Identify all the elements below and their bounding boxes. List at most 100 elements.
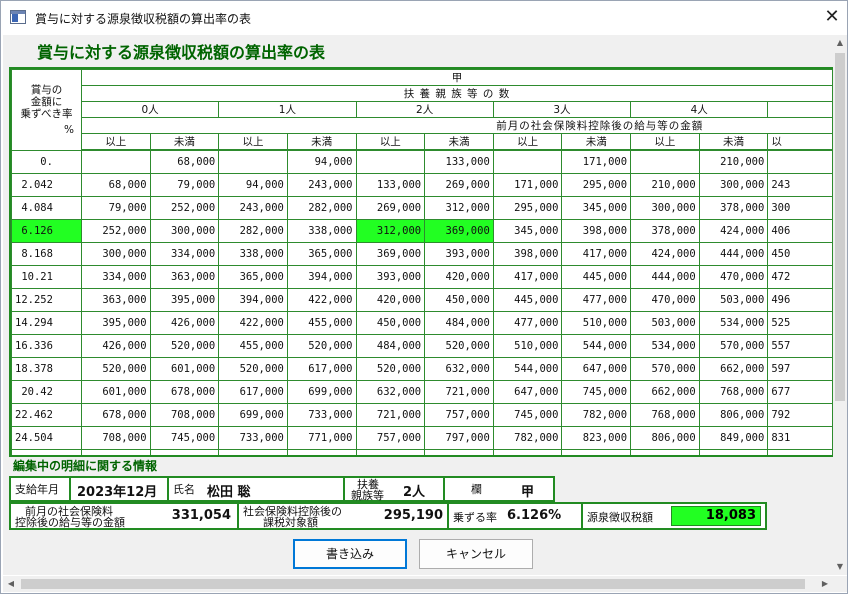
ijo-header-3: 以上 bbox=[492, 133, 563, 151]
amount-cell: 597 bbox=[767, 356, 833, 381]
amount-cell: 378,000 bbox=[630, 218, 700, 243]
ijo-header-1: 以上 bbox=[218, 133, 288, 151]
amount-cell: 496 bbox=[767, 287, 833, 312]
horizontal-scroll-thumb[interactable] bbox=[21, 579, 805, 589]
vertical-scrollbar[interactable]: ▲ ▼ bbox=[833, 35, 847, 575]
amount-cell: 312,000 bbox=[355, 218, 426, 243]
table-row[interactable]: 2.042 68,000 79,000 94,000 243,000 133,000 269… bbox=[11, 172, 833, 197]
rate-cell: 24.504 bbox=[11, 425, 82, 450]
table-row[interactable]: 8.168 300,000 334,000 338,000 365,000 369,000… bbox=[11, 241, 833, 266]
miman-header-2: 未満 bbox=[424, 133, 494, 151]
amount-cell: 708,000 bbox=[149, 402, 220, 427]
amount-cell: 477,000 bbox=[561, 287, 632, 312]
group-header-1: 1人 bbox=[218, 101, 357, 118]
title-bar: 賞与に対する源泉徴収税額の算出率の表 ✕ bbox=[1, 1, 847, 34]
amount-cell: 520,000 bbox=[149, 333, 220, 358]
kou-header: 甲 bbox=[80, 69, 833, 86]
amount-cell: 823,000 bbox=[561, 425, 632, 450]
table-row[interactable]: 20.42 601,000 678,000 617,000 699,000 632,000… bbox=[11, 379, 833, 404]
table-row[interactable]: 12.252 363,000 395,000 394,000 422,000 420,00… bbox=[11, 287, 833, 312]
amount-cell: 745,000 bbox=[149, 425, 220, 450]
horizontal-scrollbar[interactable]: ◀ ▶ bbox=[3, 576, 833, 592]
amount-cell: 647,000 bbox=[561, 356, 632, 381]
amount-cell bbox=[218, 149, 288, 174]
amount-cell: 282,000 bbox=[286, 195, 357, 220]
amount-cell: 252,000 bbox=[80, 218, 151, 243]
write-button[interactable]: 書き込み bbox=[293, 539, 407, 569]
scroll-right-icon[interactable]: ▶ bbox=[817, 576, 833, 592]
tax-label-cell: 源泉徴収税額 bbox=[583, 504, 669, 528]
scroll-corner bbox=[833, 576, 847, 592]
app-icon bbox=[10, 10, 26, 24]
kyuyo-label-2: 控除後の給与等の金額 bbox=[15, 516, 125, 529]
table-row[interactable]: 6.126 252,000 300,000 282,000 338,000 312,000… bbox=[11, 218, 833, 243]
amount-cell: 617,000 bbox=[286, 356, 357, 381]
amount-cell: 477,000 bbox=[492, 310, 563, 335]
amount-cell: 470,000 bbox=[630, 287, 700, 312]
amount-cell: 68,000 bbox=[149, 149, 220, 174]
fuyo-label-2: 親族等 bbox=[351, 489, 384, 502]
amount-cell: 210,000 bbox=[698, 149, 769, 174]
table-row[interactable]: 24.504 708,000 745,000 733,000 771,000 757,00… bbox=[11, 425, 833, 450]
amount-cell: 444,000 bbox=[630, 264, 700, 289]
amount-cell: 363,000 bbox=[80, 287, 151, 312]
table-row[interactable]: 16.336 426,000 520,000 455,000 520,000 484,00… bbox=[11, 333, 833, 358]
amount-cell: 557 bbox=[767, 333, 833, 358]
table-row[interactable]: 10.21 334,000 363,000 365,000 394,000 393,000… bbox=[11, 264, 833, 289]
rate-label: 乗ずる率 bbox=[453, 511, 497, 524]
table-row[interactable]: 22.462 678,000 708,000 699,000 733,000 721,00… bbox=[11, 402, 833, 427]
amount-cell: 678,000 bbox=[149, 379, 220, 404]
amount-cell: 334,000 bbox=[149, 241, 220, 266]
vertical-scroll-thumb[interactable] bbox=[835, 53, 845, 401]
table-row[interactable]: 4.084 79,000 252,000 243,000 282,000 269,000 3… bbox=[11, 195, 833, 220]
group-header-2: 2人 bbox=[355, 101, 494, 118]
table-row[interactable]: 18.378 520,000 601,000 520,000 617,000 520,00… bbox=[11, 356, 833, 381]
amount-cell: 417,000 bbox=[561, 241, 632, 266]
amount-cell: 269,000 bbox=[355, 195, 426, 220]
amount-cell: 269,000 bbox=[424, 172, 494, 197]
amount-cell: 338,000 bbox=[286, 218, 357, 243]
name-label-cell: 氏名 bbox=[169, 478, 203, 500]
info-heading: 編集中の明細に関する情報 bbox=[13, 459, 158, 473]
scroll-left-icon[interactable]: ◀ bbox=[3, 576, 19, 592]
amount-cell: 345,000 bbox=[561, 195, 632, 220]
rate-table-container[interactable]: 賞与の 金額に 乗ずべき率% 甲扶 養 親 族 等 の 数 0人 1人 2人 3人 4人 前月の社… bbox=[9, 67, 833, 457]
amount-cell: 745,000 bbox=[492, 402, 563, 427]
info-row-1: 支給年月 2023年12月 氏名 松田 聡 扶養 親族等 2人 欄 甲 bbox=[9, 476, 555, 502]
name-value: 松田 聡 bbox=[207, 485, 251, 500]
ijo-header-2: 以上 bbox=[355, 133, 426, 151]
amount-cell: 300,000 bbox=[80, 241, 151, 266]
amount-cell: 601,000 bbox=[80, 379, 151, 404]
amount-cell: 393,000 bbox=[424, 241, 494, 266]
amount-cell: 510,000 bbox=[492, 333, 563, 358]
scroll-up-icon[interactable]: ▲ bbox=[833, 35, 847, 51]
amount-cell: 708,000 bbox=[80, 425, 151, 450]
close-icon[interactable]: ✕ bbox=[819, 5, 845, 29]
fuyo-value-cell: 2人 bbox=[397, 478, 445, 500]
amount-cell: 300,000 bbox=[698, 172, 769, 197]
amount-cell: 831 bbox=[767, 425, 833, 450]
kazei-value-cell: 295,190 bbox=[353, 504, 449, 528]
group-header-0: 0人 bbox=[80, 101, 220, 118]
table-row[interactable]: 26.546745,000788,000771,000814,000797,00… bbox=[11, 448, 833, 455]
amount-cell: 757,000 bbox=[424, 402, 494, 427]
table-row[interactable]: 14.294 395,000 426,000 422,000 455,000 450,00… bbox=[11, 310, 833, 335]
kazei-label-cell: 社会保険料控除後の 課税対象額 bbox=[239, 504, 353, 528]
scroll-down-icon[interactable]: ▼ bbox=[833, 559, 847, 575]
amount-cell: 534,000 bbox=[698, 310, 769, 335]
cancel-button[interactable]: キャンセル bbox=[419, 539, 533, 569]
rate-cell: 10.21 bbox=[11, 264, 82, 289]
percent-label: % bbox=[63, 123, 74, 136]
amount-cell: 470,000 bbox=[698, 264, 769, 289]
amount-cell bbox=[630, 149, 700, 174]
rate-cell: 20.42 bbox=[11, 379, 82, 404]
amount-cell: 768,000 bbox=[630, 402, 700, 427]
amount-cell: 398,000 bbox=[492, 241, 563, 266]
miman-header-3: 未満 bbox=[561, 133, 632, 151]
amount-cell: 544,000 bbox=[561, 333, 632, 358]
table-row[interactable]: 0. 68,000 94,000 133,000 171,000 210,000 bbox=[11, 149, 833, 174]
amount-cell: 300 bbox=[767, 195, 833, 220]
info-row-2: 前月の社会保険料 控除後の給与等の金額 331,054 社会保険料控除後の 課税… bbox=[9, 502, 767, 530]
tax-value-box: 18,083 bbox=[671, 506, 761, 526]
miman-header-0: 未満 bbox=[149, 133, 220, 151]
